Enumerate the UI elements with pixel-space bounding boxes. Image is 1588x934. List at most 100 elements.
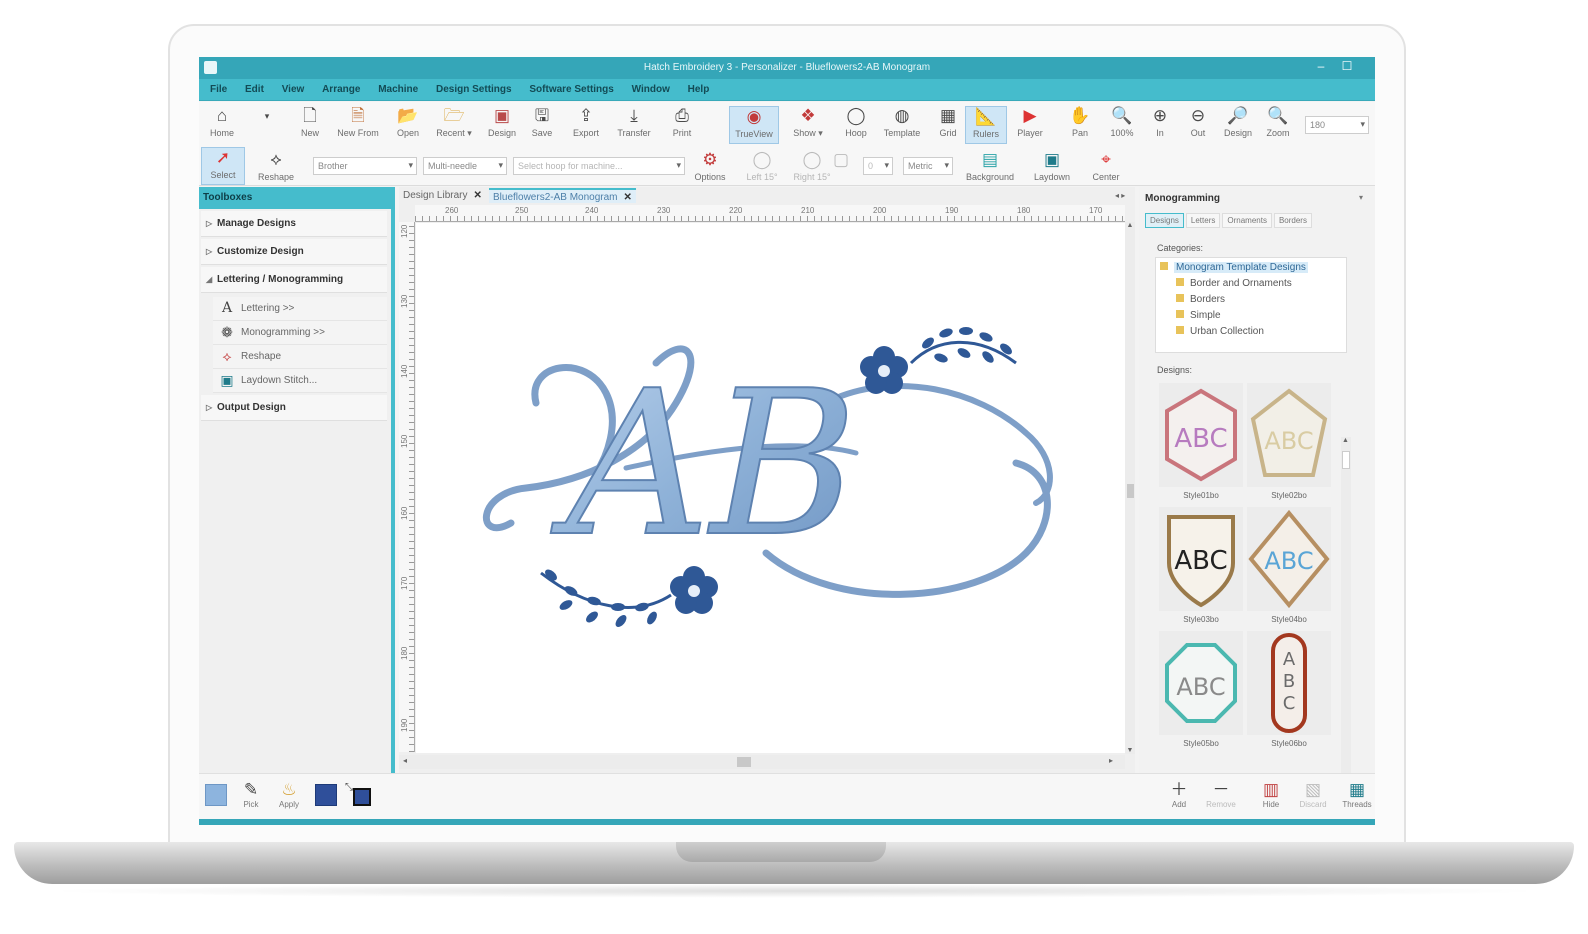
thread-color-swatch[interactable] [315,784,337,806]
print-button[interactable]: ⎙ Print [659,106,705,138]
maximize-button[interactable]: ☐ [1337,59,1357,77]
pan-button[interactable]: ✋ Pan [1057,106,1103,138]
canvas-vertical-scrollbar[interactable]: ▲ ▼ [1125,222,1135,754]
menu-software-settings[interactable]: Software Settings [529,79,613,101]
rulers-button[interactable]: 📐 Rulers [965,106,1007,144]
reshape-tool[interactable]: ⟡ Reshape [213,345,387,369]
tab-borders[interactable]: Borders [1273,213,1312,228]
scroll-thumb[interactable] [1342,451,1350,469]
minimize-button[interactable]: – [1311,59,1331,77]
scroll-left-icon[interactable]: ◂ [403,756,407,765]
reshape-tool-button[interactable]: ⟡ Reshape [253,150,299,182]
menu-view[interactable]: View [282,79,305,101]
tab-ornaments[interactable]: Ornaments [1222,213,1272,228]
canvas-horizontal-scrollbar[interactable]: ◂ ▸ [399,755,1125,769]
monogramming-tool[interactable]: ❁ Monogramming >> [213,321,387,345]
select-button[interactable]: ➚ Select [201,147,245,185]
hoop-button[interactable]: ◯ Hoop [833,106,879,138]
ab-monogram-design[interactable]: AB [416,223,1125,753]
folder-icon [1176,294,1184,302]
threads-button[interactable]: ▦ Threads [1339,780,1375,809]
design-style03bo[interactable]: ABC Style03bo [1159,507,1243,624]
new-button[interactable]: 🗋 New [287,106,333,138]
swap-colors-button[interactable]: ⤡ [345,782,371,808]
center-button[interactable]: ⌖ Center [1083,150,1129,182]
scroll-right-icon[interactable]: ▸ [1109,756,1113,765]
discard-icon: ▧ [1304,780,1322,799]
trueview-button[interactable]: ◉ TrueView [729,106,779,144]
export-button[interactable]: ⇪ Export [563,106,609,138]
folder-icon [1160,262,1168,270]
pick-button[interactable]: ✎ Pick [233,780,269,809]
lettering-tool[interactable]: A Lettering >> [213,297,387,321]
zoom-button[interactable]: 🔍 Zoom [1255,106,1301,138]
panel-menu-icon[interactable]: ▾ [1359,193,1363,202]
design-canvas[interactable]: AB [416,223,1125,753]
toolbox-customize-design[interactable]: ▷ Customize Design [201,239,387,265]
category-border-and-ornaments[interactable]: Border and Ornaments [1176,278,1292,289]
remove-color-button[interactable]: － Remove [1203,780,1239,809]
discard-button[interactable]: ▧ Discard [1295,780,1331,809]
design-style01bo[interactable]: ABC Style01bo [1159,383,1243,500]
toolbox-lettering-monogramming[interactable]: ◢ Lettering / Monogramming [201,267,387,293]
quick-access-dropdown[interactable]: ▾ [255,106,279,126]
units-select[interactable]: Metric [903,157,953,175]
category-simple[interactable]: Simple [1176,310,1221,321]
recent-button[interactable]: 🗁 Recent ▾ [431,106,477,139]
add-color-button[interactable]: ＋ Add [1161,780,1197,809]
save-button[interactable]: 🖫 Save [519,106,565,138]
menu-arrange[interactable]: Arrange [322,79,360,101]
close-icon[interactable]: ✕ [624,192,632,203]
categories-tree: Monogram Template Designs Border and Orn… [1155,257,1347,353]
hoop-select[interactable]: Select hoop for machine... [513,157,685,175]
design-style02bo[interactable]: ABC Style02bo [1247,383,1331,500]
rotate-left-button[interactable]: ◯ Left 15° [739,150,785,182]
background-button[interactable]: ▤ Background [959,150,1021,182]
tab-blueflowers2-ab-monogram[interactable]: Blueflowers2-AB Monogram ✕ [489,188,636,203]
scroll-thumb[interactable] [737,757,751,767]
design-style04bo[interactable]: ABC Style04bo [1247,507,1331,624]
apply-button[interactable]: ♨ Apply [271,780,307,809]
menu-machine[interactable]: Machine [378,79,418,101]
toolbox-output-design[interactable]: ▷ Output Design [201,395,387,421]
laydown-button[interactable]: ▣ Laydown [1029,150,1075,182]
open-button[interactable]: 📂 Open [385,106,431,138]
gallery-scrollbar[interactable]: ▲ ▼ [1341,437,1351,811]
transfer-button[interactable]: ⤓ Transfer [611,106,657,138]
current-color-swatch[interactable] [205,784,227,806]
scroll-down-icon[interactable]: ▼ [1125,747,1135,754]
menu-window[interactable]: Window [632,79,670,101]
close-icon[interactable]: ✕ [473,190,481,201]
category-borders[interactable]: Borders [1176,294,1225,305]
category-urban-collection[interactable]: Urban Collection [1176,326,1264,337]
design-style05bo[interactable]: ABC Style05bo [1159,631,1243,748]
scroll-up-icon[interactable]: ▲ [1342,437,1349,444]
menu-edit[interactable]: Edit [245,79,264,101]
monogram-letters: AB [550,348,857,581]
angle-icon-button[interactable]: ▢ [827,150,855,170]
home-button[interactable]: ⌂ Home [199,106,245,138]
options-button[interactable]: ⚙ Options [687,150,733,182]
zoom-level-select[interactable]: 180 [1305,116,1369,134]
new-from-button[interactable]: 🗎 New From [335,106,381,138]
machine-type-select[interactable]: Multi-needle [423,157,507,175]
menu-file[interactable]: File [210,79,227,101]
tab-design-library[interactable]: Design Library ✕ [399,188,486,203]
player-button[interactable]: ▶ Player [1007,106,1053,138]
template-button[interactable]: ◍ Template [879,106,925,138]
category-monogram-template-designs[interactable]: Monogram Template Designs [1160,262,1308,273]
tab-scroll-arrows[interactable]: ◂ ▸ [1111,188,1129,203]
design-style06bo[interactable]: A B C Style06bo [1247,631,1331,748]
scroll-thumb[interactable] [1127,484,1134,498]
toolbox-manage-designs[interactable]: ▷ Manage Designs [201,211,387,237]
menu-help[interactable]: Help [688,79,710,101]
scroll-up-icon[interactable]: ▲ [1125,222,1135,229]
show-button[interactable]: ❖ Show ▾ [785,106,831,139]
menu-design-settings[interactable]: Design Settings [436,79,512,101]
tab-designs[interactable]: Designs [1145,213,1184,228]
hide-button[interactable]: ▥ Hide [1253,780,1289,809]
tab-letters[interactable]: Letters [1185,213,1221,228]
laydown-stitch-tool[interactable]: ▣ Laydown Stitch... [213,369,387,393]
angle-input[interactable]: 0 [863,157,893,175]
machine-brand-select[interactable]: Brother [313,157,417,175]
